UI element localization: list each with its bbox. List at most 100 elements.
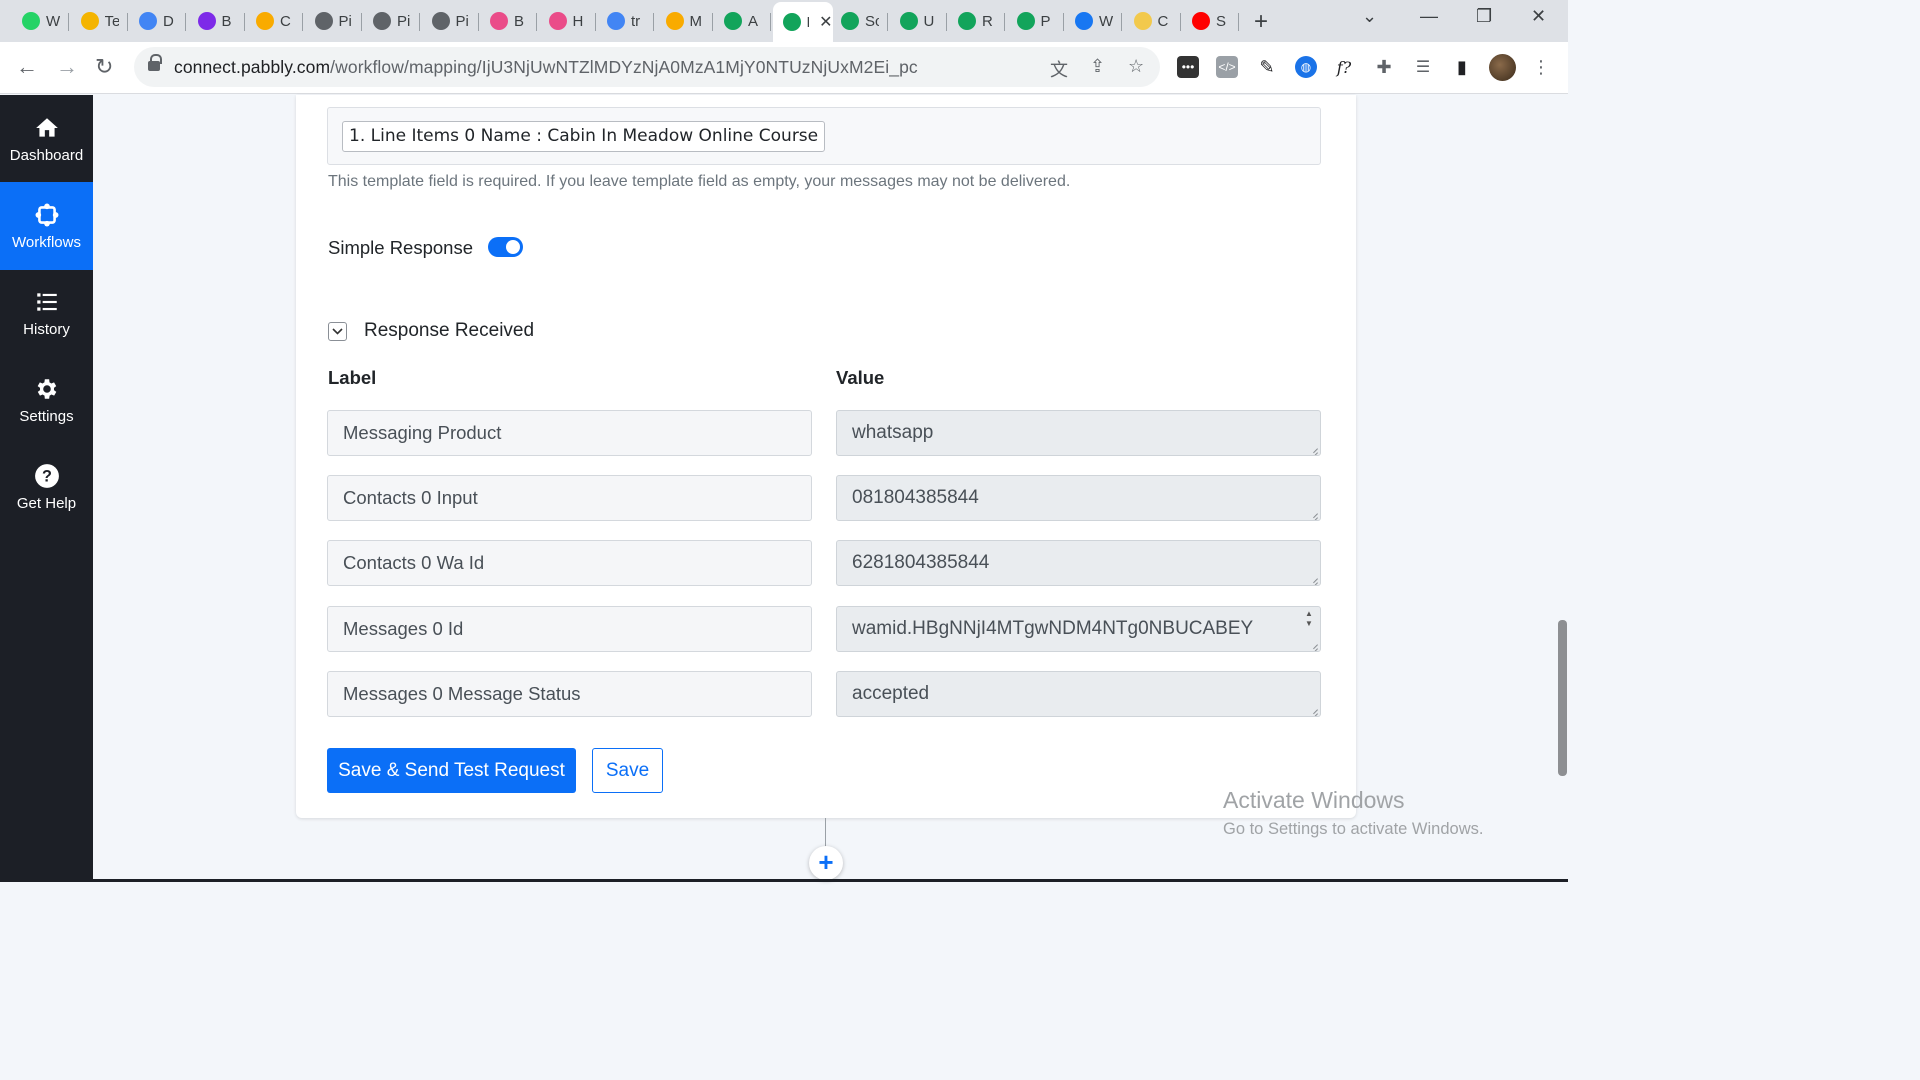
side-panel-icon[interactable]: ▮ (1451, 56, 1473, 78)
browser-tab[interactable]: C (246, 4, 303, 38)
resize-grip-icon[interactable] (1308, 639, 1318, 649)
resize-grip-icon[interactable] (1308, 704, 1318, 714)
response-label-field[interactable]: Messages 0 Id (327, 606, 812, 652)
bookmark-star-icon[interactable]: ☆ (1128, 56, 1144, 77)
browser-tab[interactable]: D (129, 4, 186, 38)
response-label-field[interactable]: Messaging Product (327, 410, 812, 456)
resize-grip-icon[interactable] (1308, 508, 1318, 518)
windows-watermark-subtitle: Go to Settings to activate Windows. (1223, 820, 1484, 838)
sidebar-item-settings[interactable]: Settings (0, 356, 93, 444)
eyedropper-icon[interactable]: ✎ (1256, 56, 1278, 78)
translate-icon[interactable]: 文 (1050, 56, 1068, 82)
pabbly-icon (841, 12, 859, 30)
response-label-field[interactable]: Messages 0 Message Status (327, 671, 812, 717)
youtube-icon (1192, 12, 1210, 30)
browser-tab[interactable]: B (188, 4, 245, 38)
sidebar-item-dashboard[interactable]: Dashboard (0, 95, 93, 183)
url-text[interactable]: connect.pabbly.com/workflow/mapping/IjU3… (174, 57, 918, 78)
resize-grip-icon[interactable] (1308, 573, 1318, 583)
browser-tab-title: B (221, 12, 232, 30)
template-field[interactable]: 1. Line Items 0 Name : Cabin In Meadow O… (327, 107, 1321, 165)
browser-tab[interactable]: W (1065, 4, 1122, 38)
analytics-icon (665, 12, 684, 30)
back-arrow-icon[interactable]: ← (16, 54, 38, 80)
mapped-field-chip[interactable]: 1. Line Items 0 Name : Cabin In Meadow O… (342, 121, 826, 152)
simple-response-label: Simple Response (328, 237, 473, 258)
browser-tab[interactable]: R (948, 4, 1005, 38)
media-control-icon[interactable]: ☰ (1412, 56, 1434, 78)
menu-kebab-icon[interactable]: ⋮ (1530, 56, 1552, 78)
minimize-button[interactable]: — (1420, 6, 1438, 27)
forward-arrow-icon[interactable]: → (56, 54, 78, 80)
browser-toolbar: ← → ↻ connect.pabbly.com/workflow/mappin… (0, 42, 1568, 94)
browser-tab[interactable]: Pi (305, 4, 362, 38)
save-button[interactable]: Save (592, 748, 663, 793)
browser-tab[interactable]: Sc (831, 4, 888, 38)
browser-tab[interactable]: Pc✕ (772, 2, 833, 42)
collapse-response-button[interactable] (328, 322, 347, 341)
share-icon[interactable]: ⇪ (1090, 56, 1105, 77)
save-send-test-button[interactable]: Save & Send Test Request (327, 748, 576, 793)
sidebar-item-history[interactable]: History (0, 269, 93, 357)
puzzle-extensions-icon[interactable]: ✚ (1373, 56, 1395, 78)
response-label-field[interactable]: Contacts 0 Wa Id (327, 540, 812, 586)
browser-tab-title: W (46, 12, 60, 30)
response-label-field[interactable]: Contacts 0 Input (327, 475, 812, 521)
address-bar[interactable]: connect.pabbly.com/workflow/mapping/IjU3… (134, 47, 1160, 87)
browser-tab-title: S (1216, 12, 1227, 30)
label-column-header: Label (328, 367, 377, 388)
profile-avatar[interactable] (1489, 54, 1516, 81)
new-tab-button[interactable]: + (1254, 8, 1268, 36)
browser-tab[interactable]: C (1124, 4, 1181, 38)
response-value-text: whatsapp (852, 422, 934, 443)
response-value-text: wamid.HBgNNjI4MTgwNDM4NTg0NBUCABEY (852, 618, 1254, 639)
globe-icon (431, 12, 450, 30)
reload-icon[interactable]: ↻ (95, 54, 113, 80)
close-window-button[interactable]: ✕ (1531, 6, 1546, 27)
gear-icon (37, 378, 56, 399)
browser-tab[interactable]: U (890, 4, 947, 38)
restore-button[interactable]: ❐ (1476, 6, 1492, 27)
extension-dots-icon[interactable]: ••• (1177, 56, 1199, 78)
browser-tab-title: B (514, 12, 525, 30)
globe-extension-icon[interactable]: ◍ (1295, 56, 1317, 78)
help-icon: ? (34, 463, 59, 488)
browser-tab[interactable]: Pi (363, 4, 420, 38)
simple-response-toggle[interactable] (488, 237, 523, 257)
browser-tab[interactable]: Pi (422, 4, 479, 38)
sidebar-item-get-help[interactable]: ? Get Help (0, 443, 93, 531)
browser-tab-title: D (163, 12, 174, 30)
sidebar-item-workflows[interactable]: Workflows (0, 182, 93, 270)
response-value-field[interactable]: 081804385844 (836, 475, 1321, 521)
resize-grip-icon[interactable] (1308, 443, 1318, 453)
history-list-icon (36, 292, 57, 311)
browser-tab[interactable]: W (12, 4, 69, 38)
browser-tab[interactable]: M (656, 4, 713, 38)
browser-tab[interactable]: Te (71, 4, 128, 38)
tab-separator (1004, 13, 1005, 31)
response-value-field[interactable]: 6281804385844 (836, 540, 1321, 586)
response-value-field[interactable]: whatsapp (836, 410, 1321, 456)
globe-icon (373, 12, 391, 30)
page-scrollbar[interactable] (1558, 620, 1567, 776)
browser-tab[interactable]: A (714, 4, 771, 38)
add-step-plus-icon[interactable]: + (809, 846, 843, 880)
browser-tab[interactable]: P (1007, 4, 1064, 38)
browser-tab-title: Pc (807, 14, 810, 31)
response-value-field[interactable]: accepted (836, 671, 1321, 717)
dribbble-icon (490, 12, 508, 30)
sidebar-item-label: Get Help (16, 494, 77, 512)
whatsapp-icon (22, 12, 40, 30)
tab-separator (360, 13, 362, 31)
tab-search-icon[interactable]: ⌄ (1362, 6, 1377, 27)
browser-tab-title: U (923, 12, 935, 30)
formula-extension-icon[interactable]: f? (1333, 56, 1355, 78)
response-value-field[interactable]: wamid.HBgNNjI4MTgwNDM4NTg0NBUCABEY ▲ ▼ (836, 606, 1321, 652)
browser-tab[interactable]: tr (597, 4, 654, 38)
browser-tab[interactable]: H (539, 4, 596, 38)
extension-code-icon[interactable]: </> (1216, 56, 1238, 78)
crown-icon (1133, 12, 1152, 30)
browser-tab[interactable]: B (480, 4, 537, 38)
browser-tab-title: tr (631, 12, 641, 30)
browser-tab[interactable]: S (1182, 4, 1239, 38)
